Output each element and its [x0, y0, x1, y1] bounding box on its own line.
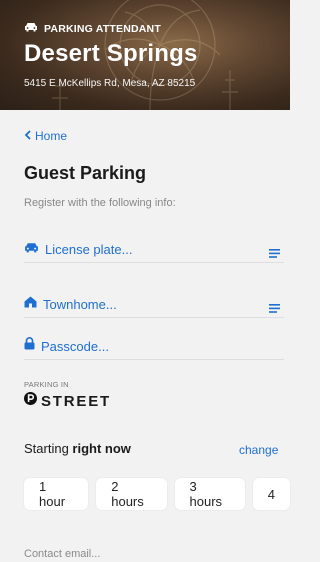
car-icon	[24, 22, 38, 35]
start-time: Starting right now	[24, 441, 131, 456]
start-time-value: right now	[72, 441, 131, 456]
location-address: 5415 E McKellips Rd, Mesa, AZ 85215	[24, 78, 196, 89]
location-name: Desert Springs	[24, 40, 198, 67]
passcode-field[interactable]: Passcode...	[24, 333, 284, 360]
parking-zone: STREET	[24, 392, 111, 410]
list-icon[interactable]	[269, 300, 280, 318]
duration-options: 1 hour 2 hours 3 hours 4	[24, 478, 290, 510]
change-start-link[interactable]: change	[239, 443, 278, 457]
lock-icon	[24, 337, 35, 355]
license-plate-field[interactable]: License plate...	[24, 236, 284, 263]
car-icon	[24, 240, 39, 258]
page-subtitle: Register with the following info:	[24, 197, 176, 209]
start-prefix: Starting	[24, 441, 73, 456]
contact-email-field[interactable]: Contact email...	[24, 548, 100, 560]
attendant-badge: PARKING ATTENDANT	[24, 22, 161, 35]
parking-in-heading: PARKING IN	[24, 380, 69, 389]
page-title: Guest Parking	[24, 163, 147, 183]
passcode-placeholder: Passcode...	[41, 338, 109, 354]
townhome-placeholder: Townhome...	[43, 296, 117, 312]
duration-chip-1[interactable]: 1 hour	[24, 478, 89, 510]
chevron-left-icon	[24, 129, 32, 143]
header-banner: PARKING ATTENDANT Desert Springs 5415 E …	[0, 0, 290, 110]
back-home-link[interactable]: Home	[24, 129, 67, 143]
back-label: Home	[35, 129, 68, 143]
badge-label: PARKING ATTENDANT	[44, 22, 161, 35]
home-icon	[24, 295, 37, 313]
license-plate-placeholder: License plate...	[45, 241, 133, 257]
townhome-field[interactable]: Townhome...	[24, 291, 284, 318]
duration-chip-3[interactable]: 3 hours	[174, 478, 245, 510]
duration-chip-4[interactable]: 4	[252, 478, 290, 510]
parking-zone-name: STREET	[41, 392, 111, 410]
list-icon[interactable]	[269, 245, 280, 263]
parking-p-icon	[24, 392, 37, 410]
duration-chip-2[interactable]: 2 hours	[96, 478, 167, 510]
